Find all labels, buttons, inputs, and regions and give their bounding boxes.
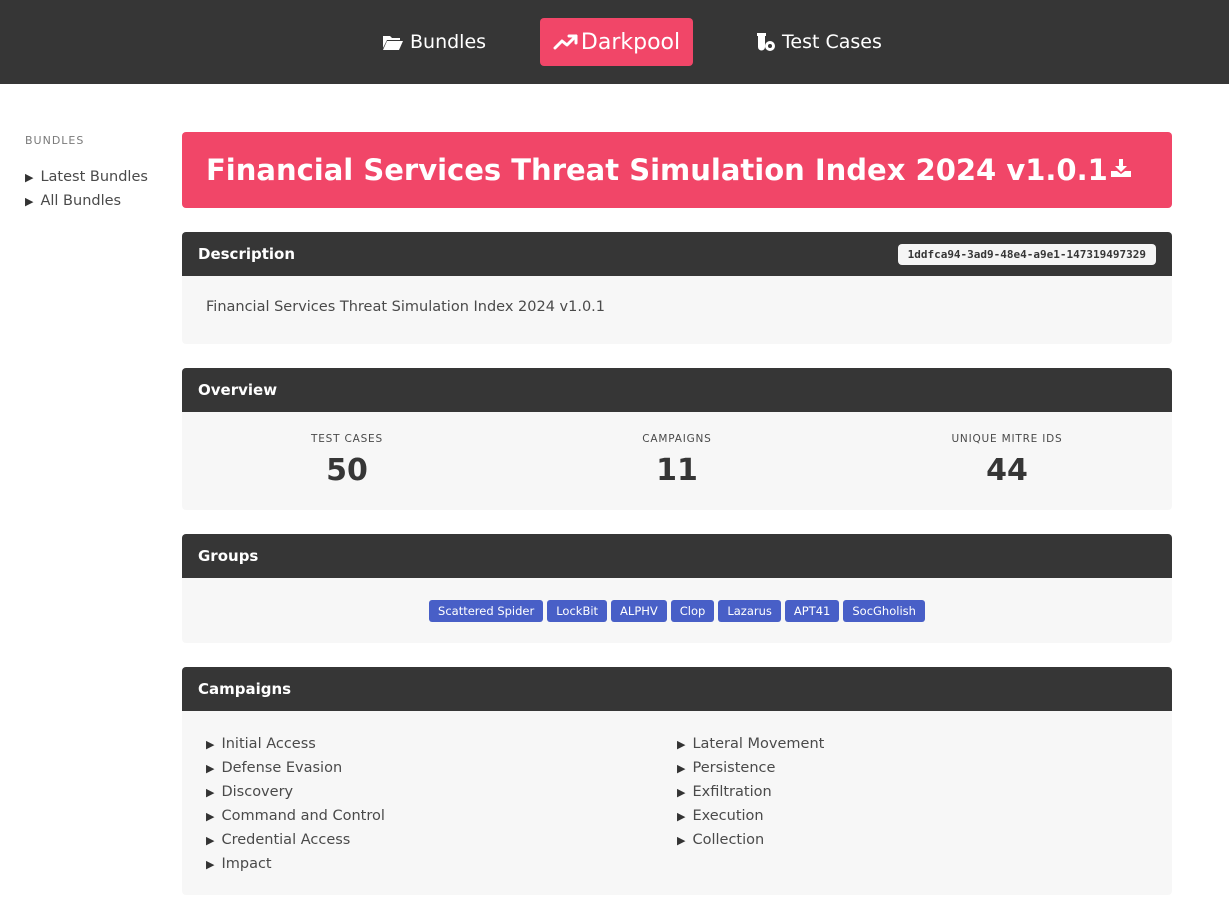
- sidebar: BUNDLES ▶ Latest Bundles ▶ All Bundles: [25, 134, 165, 213]
- stat-label: CAMPAIGNS: [642, 433, 712, 445]
- campaign-label: Command and Control: [221, 808, 385, 824]
- campaign-label: Execution: [692, 808, 764, 824]
- groups-title: Groups: [198, 547, 259, 565]
- overview-title: Overview: [198, 381, 278, 399]
- campaign-item[interactable]: ▶ Lateral Movement: [677, 732, 1148, 756]
- campaign-columns: ▶ Initial Access ▶ Defense Evasion ▶ Discov…: [182, 711, 1172, 876]
- caret-right-icon: ▶: [677, 785, 686, 799]
- campaign-label: Initial Access: [221, 736, 316, 752]
- stat-value: 50: [326, 453, 368, 488]
- description-header: Description 1ddfca94-3ad9-48e4-a9e1-1473…: [182, 232, 1172, 276]
- sidebar-item-latest-bundles[interactable]: ▶ Latest Bundles: [25, 165, 165, 189]
- group-tag-clop[interactable]: Clop: [670, 600, 715, 622]
- nav-darkpool-label: Darkpool: [580, 29, 681, 55]
- caret-right-icon: ▶: [206, 857, 215, 871]
- stat-test-cases: TEST CASES 50: [182, 412, 512, 510]
- stat-label: TEST CASES: [311, 433, 383, 445]
- group-tag-apt41[interactable]: APT41: [784, 600, 840, 622]
- campaigns-card: Campaigns ▶ Initial Access ▶ Defense Evasi…: [182, 667, 1172, 895]
- campaign-label: Lateral Movement: [692, 736, 825, 752]
- caret-right-icon: ▶: [206, 785, 215, 799]
- group-tag-scattered-spider[interactable]: Scattered Spider: [429, 600, 544, 622]
- bundle-title-banner: Financial Services Threat Simulation Ind…: [182, 132, 1172, 208]
- folder-open-icon: [382, 33, 404, 51]
- sidebar-item-label: All Bundles: [40, 193, 122, 209]
- stat-label: UNIQUE MITRE IDS: [951, 433, 1063, 445]
- group-tag-alphv[interactable]: ALPHV: [611, 600, 667, 622]
- campaigns-header: Campaigns: [182, 667, 1172, 711]
- top-navbar: Bundles Darkpool Test Cases: [0, 0, 1229, 84]
- description-text: Financial Services Threat Simulation Ind…: [206, 299, 606, 315]
- caret-right-icon: ▶: [25, 170, 34, 184]
- caret-right-icon: ▶: [677, 737, 686, 751]
- sidebar-item-label: Latest Bundles: [40, 169, 148, 185]
- stat-value: 11: [656, 453, 698, 488]
- campaign-item[interactable]: ▶ Initial Access: [206, 732, 677, 756]
- caret-right-icon: ▶: [677, 761, 686, 775]
- campaign-label: Defense Evasion: [221, 760, 343, 776]
- campaign-item[interactable]: ▶ Credential Access: [206, 828, 677, 852]
- description-title: Description: [198, 245, 296, 263]
- bundle-id-tag: 1ddfca94-3ad9-48e4-a9e1-147319497329: [897, 243, 1156, 265]
- sidebar-menu-label: BUNDLES: [25, 134, 85, 147]
- campaign-list-right: ▶ Lateral Movement ▶ Persistence ▶ Exfiltra…: [677, 732, 1148, 876]
- group-tag-socgholish[interactable]: SocGholish: [843, 600, 925, 622]
- caret-right-icon: ▶: [677, 833, 686, 847]
- campaign-label: Discovery: [221, 784, 294, 800]
- stat-unique-mitre-ids: UNIQUE MITRE IDS 44: [842, 412, 1172, 510]
- caret-right-icon: ▶: [677, 809, 686, 823]
- group-tags: Scattered Spider LockBit ALPHV Clop Laza…: [182, 578, 1172, 622]
- caret-right-icon: ▶: [206, 833, 215, 847]
- campaigns-title: Campaigns: [198, 680, 292, 698]
- sidebar-menu: ▶ Latest Bundles ▶ All Bundles: [25, 165, 165, 213]
- nav-bundles[interactable]: Bundles: [382, 18, 486, 66]
- groups-card: Groups Scattered Spider LockBit ALPHV Cl…: [182, 534, 1172, 643]
- caret-right-icon: ▶: [25, 194, 34, 208]
- campaign-item[interactable]: ▶ Command and Control: [206, 804, 677, 828]
- campaign-item[interactable]: ▶ Execution: [677, 804, 1148, 828]
- download-icon: [1110, 158, 1132, 182]
- sidebar-item-all-bundles[interactable]: ▶ All Bundles: [25, 189, 165, 213]
- campaign-item[interactable]: ▶ Impact: [206, 852, 677, 876]
- overview-header: Overview: [182, 368, 1172, 412]
- caret-right-icon: ▶: [206, 737, 215, 751]
- stat-value: 44: [986, 453, 1028, 488]
- campaign-label: Collection: [692, 832, 765, 848]
- group-tag-lazarus[interactable]: Lazarus: [718, 600, 781, 622]
- group-tag-lockbit[interactable]: LockBit: [547, 600, 608, 622]
- nav-test-cases[interactable]: Test Cases: [754, 18, 882, 66]
- nav-darkpool[interactable]: Darkpool: [540, 18, 693, 66]
- campaign-item[interactable]: ▶ Persistence: [677, 756, 1148, 780]
- campaign-item[interactable]: ▶ Defense Evasion: [206, 756, 677, 780]
- trending-up-icon: [553, 33, 579, 51]
- download-button[interactable]: [1108, 156, 1134, 184]
- vial-gear-icon: [754, 32, 776, 52]
- campaign-label: Exfiltration: [692, 784, 772, 800]
- overview-card: Overview TEST CASES 50 CAMPAIGNS 11 UNIQ…: [182, 368, 1172, 510]
- groups-header: Groups: [182, 534, 1172, 578]
- description-card: Description 1ddfca94-3ad9-48e4-a9e1-1473…: [182, 232, 1172, 344]
- campaign-item[interactable]: ▶ Exfiltration: [677, 780, 1148, 804]
- campaign-item[interactable]: ▶ Collection: [677, 828, 1148, 852]
- page-title: Financial Services Threat Simulation Ind…: [206, 153, 1108, 187]
- campaign-list-left: ▶ Initial Access ▶ Defense Evasion ▶ Discov…: [206, 732, 677, 876]
- nav-test-cases-label: Test Cases: [782, 31, 882, 53]
- nav-bundles-label: Bundles: [410, 31, 487, 53]
- caret-right-icon: ▶: [206, 809, 215, 823]
- campaign-item[interactable]: ▶ Discovery: [206, 780, 677, 804]
- overview-stats: TEST CASES 50 CAMPAIGNS 11 UNIQUE MITRE …: [182, 412, 1172, 510]
- campaign-label: Impact: [221, 856, 272, 872]
- campaign-label: Credential Access: [221, 832, 351, 848]
- stat-campaigns: CAMPAIGNS 11: [512, 412, 842, 510]
- campaign-label: Persistence: [692, 760, 776, 776]
- caret-right-icon: ▶: [206, 761, 215, 775]
